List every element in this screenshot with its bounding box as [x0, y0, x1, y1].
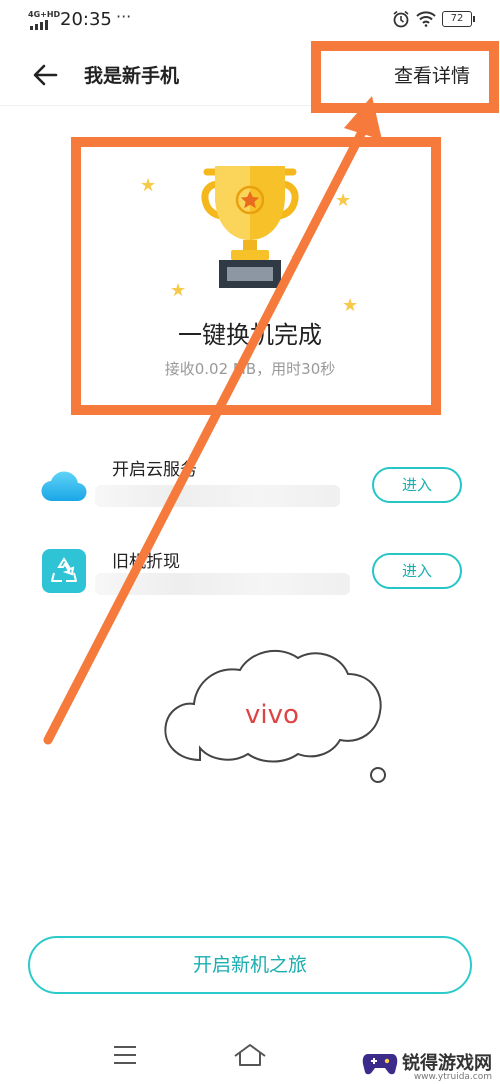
status-bar: 4G+HD 20:35 ··· 72 — [0, 0, 500, 40]
menu-icon[interactable] — [112, 1044, 138, 1066]
status-icons: 72 — [392, 10, 475, 28]
star-icon: ★ — [140, 175, 157, 196]
back-button[interactable] — [26, 55, 66, 95]
start-journey-button[interactable]: 开启新机之旅 — [28, 936, 472, 994]
watermark-url: www.ytruida.com — [413, 1072, 492, 1082]
blurred-description — [95, 573, 350, 595]
star-icon: ★ — [335, 190, 352, 211]
network-indicator: 4G+HD — [28, 10, 61, 19]
completion-hero: ★ ★ ★ ★ ★ 一键换机完成 接收0.02 MB，用时30秒 — [0, 130, 500, 410]
transfer-summary: 接收0.02 MB，用时30秒 — [164, 360, 336, 378]
battery-indicator: 72 — [442, 11, 475, 27]
star-icon: ★ — [170, 280, 187, 301]
page-title: 我是新手机 — [84, 65, 180, 87]
feature-row-cloud[interactable]: 开启云服务 进入 — [0, 445, 500, 525]
star-icon: ★ — [342, 295, 359, 316]
arrow-left-icon — [33, 64, 58, 86]
home-icon[interactable] — [232, 1042, 268, 1068]
gamepad-logo-icon — [362, 1054, 398, 1075]
enter-button[interactable]: 进入 — [372, 553, 462, 589]
cloud-icon — [41, 471, 87, 502]
signal-icon — [30, 20, 48, 30]
trophy-icon — [201, 166, 299, 288]
clock: 20:35 — [60, 9, 112, 30]
more-notifications-icon: ··· — [116, 7, 132, 26]
view-details-link[interactable]: 查看详情 — [394, 61, 470, 88]
enter-button[interactable]: 进入 — [372, 467, 462, 503]
watermark: 锐得游戏网 www.ytruida.com — [362, 1048, 492, 1082]
feature-title: 开启云服务 — [112, 460, 197, 480]
blurred-description — [95, 485, 340, 507]
completion-title: 一键换机完成 — [178, 321, 322, 349]
alarm-icon — [393, 10, 409, 28]
feature-title: 旧机折现 — [112, 552, 180, 572]
app-header: 我是新手机 查看详情 — [0, 45, 500, 106]
vivo-logo-text: vivo — [245, 700, 299, 730]
feature-row-tradein[interactable]: 旧机折现 进入 — [0, 535, 500, 615]
wifi-icon — [416, 11, 436, 27]
recycle-icon — [42, 549, 86, 593]
